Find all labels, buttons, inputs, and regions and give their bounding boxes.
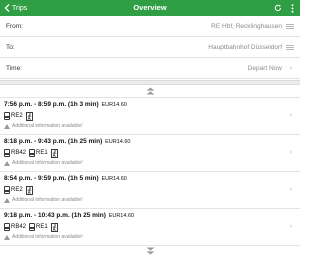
additional-info: Additional information available! bbox=[4, 197, 83, 203]
warning-icon bbox=[4, 160, 10, 166]
menu-lines-icon[interactable] bbox=[286, 24, 294, 29]
info-text: Additional information available! bbox=[12, 123, 83, 129]
trip-item[interactable]: 8:18 p.m. - 9:43 p.m. (1h 25 min) EUR14.… bbox=[0, 135, 300, 172]
earlier-trips-button[interactable] bbox=[0, 85, 300, 97]
from-label: From: bbox=[6, 23, 23, 30]
chevron-right-icon: › bbox=[289, 223, 292, 230]
walk-icon bbox=[50, 148, 58, 158]
trip-leg: RB42 bbox=[4, 149, 26, 157]
trip-price: EUR14.60 bbox=[101, 176, 127, 182]
walk-icon bbox=[50, 222, 58, 232]
walk-icon bbox=[25, 185, 33, 195]
trip-list: 7:56 p.m. - 8:59 p.m. (1h 3 min) EUR14.6… bbox=[0, 97, 300, 246]
trip-leg: RE2 bbox=[4, 186, 23, 194]
to-label: To: bbox=[6, 44, 15, 51]
train-icon bbox=[4, 112, 10, 120]
warning-icon bbox=[4, 123, 10, 129]
more-vertical-icon[interactable] bbox=[291, 3, 294, 13]
trip-time-row: 9:18 p.m. - 10:43 p.m. (1h 25 min) EUR14… bbox=[4, 212, 134, 219]
trip-legs: RB42 RE1 bbox=[4, 148, 58, 158]
time-label: Time: bbox=[6, 65, 23, 72]
train-icon bbox=[4, 223, 10, 231]
train-icon bbox=[29, 223, 36, 231]
additional-info: Additional information available! bbox=[4, 123, 83, 129]
trip-legs: RE2 bbox=[4, 111, 33, 121]
later-trips-button[interactable] bbox=[0, 245, 300, 257]
trip-legs: RB42 RE1 bbox=[4, 222, 58, 232]
line-label: RB42 bbox=[11, 224, 27, 230]
trip-time: 7:56 p.m. - 8:59 p.m. (1h 3 min) bbox=[4, 101, 99, 108]
train-icon bbox=[4, 186, 10, 194]
line-label: RE2 bbox=[11, 187, 23, 193]
trip-time: 8:54 p.m. - 9:59 p.m. (1h 5 min) bbox=[4, 175, 99, 182]
info-text: Additional information available! bbox=[12, 160, 83, 166]
chevron-right-icon: › bbox=[289, 149, 292, 156]
warning-icon bbox=[4, 197, 10, 203]
trip-leg: RE2 bbox=[4, 112, 23, 120]
info-text: Additional information available! bbox=[12, 234, 83, 240]
train-icon bbox=[4, 149, 10, 157]
trip-price: EUR14.60 bbox=[101, 102, 127, 108]
trip-item[interactable]: 7:56 p.m. - 8:59 p.m. (1h 3 min) EUR14.6… bbox=[0, 98, 300, 135]
line-label: RB42 bbox=[11, 150, 27, 156]
trip-item[interactable]: 8:54 p.m. - 9:59 p.m. (1h 5 min) EUR14.6… bbox=[0, 172, 300, 209]
trip-time-row: 8:18 p.m. - 9:43 p.m. (1h 25 min) EUR14.… bbox=[4, 138, 130, 145]
trip-time-row: 8:54 p.m. - 9:59 p.m. (1h 5 min) EUR14.6… bbox=[4, 175, 127, 182]
info-text: Additional information available! bbox=[12, 197, 83, 203]
trip-price: EUR14.60 bbox=[108, 213, 135, 219]
trip-item[interactable]: 9:18 p.m. - 10:43 p.m. (1h 25 min) EUR14… bbox=[0, 209, 300, 246]
time-row[interactable]: Time: Depart Now › bbox=[0, 58, 300, 79]
train-icon bbox=[29, 149, 36, 157]
back-chevron-icon bbox=[4, 4, 10, 12]
line-label: RE1 bbox=[36, 150, 48, 156]
trip-time: 9:18 p.m. - 10:43 p.m. (1h 25 min) bbox=[4, 212, 106, 219]
additional-info: Additional information available! bbox=[4, 160, 83, 166]
chevron-right-icon: › bbox=[289, 65, 292, 72]
trip-leg: RE1 bbox=[29, 149, 48, 157]
page-title: Overview bbox=[133, 3, 167, 12]
refresh-icon[interactable] bbox=[274, 4, 282, 12]
trip-legs: RE2 bbox=[4, 185, 33, 195]
trip-leg: RB42 bbox=[4, 223, 26, 231]
to-row[interactable]: To: Hauptbahnhof Düsseldorf bbox=[0, 37, 300, 58]
from-field[interactable]: RE Hbf, Recklinghausen bbox=[211, 16, 282, 37]
from-row[interactable]: From: RE Hbf, Recklinghausen bbox=[0, 16, 300, 37]
warning-icon bbox=[4, 234, 10, 240]
back-button[interactable]: Trips bbox=[4, 0, 27, 16]
app-header: Trips Overview bbox=[0, 0, 300, 16]
line-label: RE1 bbox=[36, 224, 48, 230]
additional-info: Additional information available! bbox=[4, 234, 83, 240]
to-field[interactable]: Hauptbahnhof Düsseldorf bbox=[208, 37, 282, 58]
time-field[interactable]: Depart Now bbox=[248, 58, 282, 79]
double-chevron-up-icon bbox=[146, 87, 154, 95]
chevron-right-icon: › bbox=[289, 186, 292, 193]
trip-price: EUR14.60 bbox=[105, 139, 131, 145]
trip-time: 8:18 p.m. - 9:43 p.m. (1h 25 min) bbox=[4, 138, 103, 145]
trip-leg: RE1 bbox=[29, 223, 48, 231]
menu-lines-icon[interactable] bbox=[286, 45, 294, 50]
trip-search-form: From: RE Hbf, Recklinghausen To: Hauptba… bbox=[0, 16, 300, 79]
walk-icon bbox=[25, 111, 33, 121]
trip-time-row: 7:56 p.m. - 8:59 p.m. (1h 3 min) EUR14.6… bbox=[4, 101, 127, 108]
line-label: RE2 bbox=[11, 113, 23, 119]
chevron-right-icon: › bbox=[289, 112, 292, 119]
back-label: Trips bbox=[12, 4, 28, 12]
double-chevron-down-icon bbox=[146, 247, 154, 255]
